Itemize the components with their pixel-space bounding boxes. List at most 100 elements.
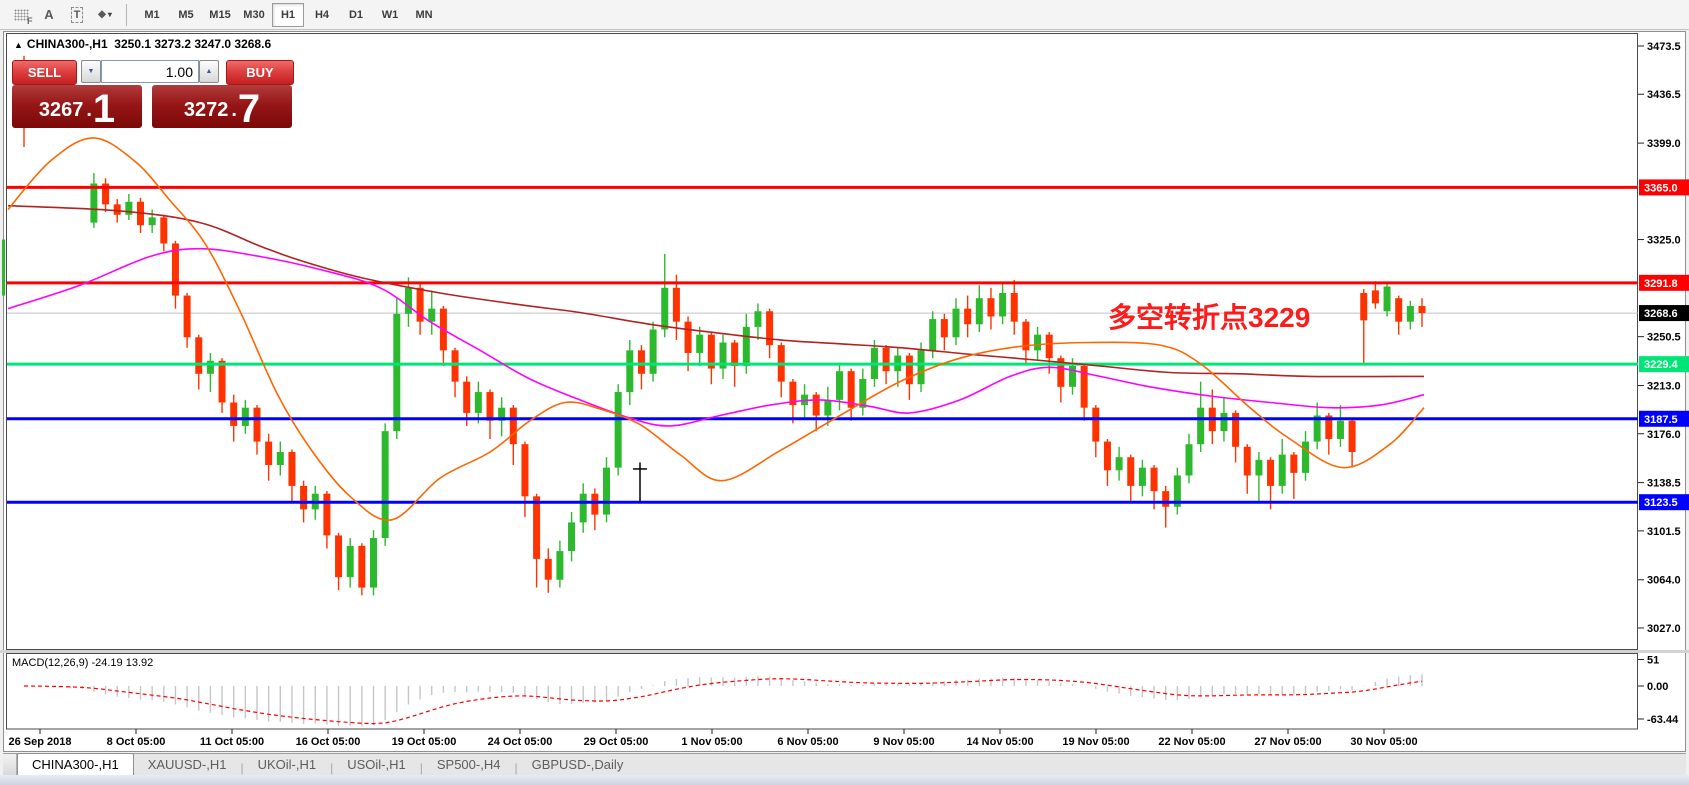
candle-body bbox=[999, 292, 1007, 317]
candle-body bbox=[1138, 467, 1146, 486]
candle-body bbox=[742, 326, 750, 366]
candle-body bbox=[404, 287, 412, 314]
time-tick-label: 26 Sep 2018 bbox=[9, 736, 72, 748]
price-level-badge-text: 3123.5 bbox=[1644, 497, 1678, 509]
candle-body bbox=[381, 431, 389, 539]
candle-body bbox=[952, 308, 960, 338]
sell-price-fraction: 1 bbox=[92, 87, 116, 131]
time-tick-label: 16 Oct 05:00 bbox=[296, 736, 361, 748]
volume-input[interactable] bbox=[101, 60, 199, 83]
price-tick-label: 3399.0 bbox=[1647, 138, 1681, 150]
chart-tab-xauusd-h1[interactable]: XAUUSD-,H1 bbox=[134, 754, 241, 775]
candle-body bbox=[113, 204, 121, 215]
candle-body bbox=[428, 308, 436, 322]
price-level-badge-text: 3229.4 bbox=[1644, 359, 1679, 371]
candle-body bbox=[1197, 407, 1205, 445]
chart-tab-gbpusd-daily[interactable]: GBPUSD-,Daily bbox=[518, 754, 638, 775]
candle-body bbox=[1045, 334, 1053, 359]
candle-body bbox=[614, 392, 622, 468]
candle-body bbox=[568, 522, 576, 552]
time-tick-label: 24 Oct 05:00 bbox=[488, 736, 553, 748]
candle-body bbox=[544, 558, 552, 580]
candle-body bbox=[1290, 454, 1298, 473]
direction-up-icon: ▲ bbox=[14, 40, 23, 50]
candle-body bbox=[556, 551, 564, 580]
candle-body bbox=[370, 538, 377, 588]
candle-body bbox=[1162, 491, 1170, 507]
candle-body bbox=[824, 399, 832, 416]
volume-decrease-button[interactable]: ▼ bbox=[81, 60, 101, 83]
candle-body bbox=[509, 407, 517, 445]
candle-body bbox=[346, 545, 354, 578]
candle-body bbox=[533, 496, 541, 559]
tab-scroll-button[interactable] bbox=[3, 754, 17, 775]
buy-price-tile[interactable]: 3272. 7 bbox=[152, 85, 292, 131]
candle-body bbox=[1371, 290, 1379, 304]
time-tick-label: 29 Oct 05:00 bbox=[584, 736, 649, 748]
candle-body bbox=[766, 311, 774, 346]
time-tick-label: 1 Nov 05:00 bbox=[681, 736, 742, 748]
buy-price-fraction: 7 bbox=[237, 87, 261, 131]
candle-body bbox=[125, 201, 133, 215]
candle-body bbox=[637, 350, 645, 374]
candle-body bbox=[696, 334, 704, 353]
candle-body bbox=[964, 308, 972, 325]
price-tick-label: 3213.0 bbox=[1647, 381, 1681, 393]
candle-body bbox=[1243, 446, 1251, 476]
price-tick-label: 3436.5 bbox=[1647, 89, 1681, 101]
candle-body bbox=[1302, 441, 1309, 473]
chart-ohlc-header: ▲ CHINA300-,H1 3250.1 3273.2 3247.0 3268.… bbox=[14, 37, 271, 51]
candle-body bbox=[661, 287, 669, 330]
time-tick-label: 8 Oct 05:00 bbox=[107, 736, 166, 748]
price-tick-label: 3176.0 bbox=[1647, 429, 1681, 441]
clipped-candle bbox=[2, 239, 5, 296]
candle-body bbox=[591, 493, 599, 515]
chart-tab-ukoil-h1[interactable]: UKOil-,H1 bbox=[244, 754, 331, 775]
candle-body bbox=[1115, 457, 1123, 471]
price-level-badge-text: 3187.5 bbox=[1644, 414, 1678, 426]
candle-body bbox=[1034, 334, 1042, 351]
price-tick-label: 3473.5 bbox=[1647, 41, 1681, 53]
spin-down-icon: ▼ bbox=[87, 68, 95, 75]
candle-body bbox=[1336, 420, 1344, 439]
candle-body bbox=[603, 467, 610, 515]
ohlc-values: 3250.1 3273.2 3247.0 3268.6 bbox=[114, 37, 272, 51]
buy-price-main: 3272 bbox=[183, 99, 229, 121]
time-tick-label: 19 Oct 05:00 bbox=[392, 736, 457, 748]
symbol-tab-bar: CHINA300-,H1 XAUUSD-,H1 | UKOil-,H1 | USOil-,… bbox=[3, 753, 1686, 775]
time-tick-label: 22 Nov 05:00 bbox=[1158, 736, 1225, 748]
time-tick-label: 30 Nov 05:00 bbox=[1350, 736, 1417, 748]
candle-body bbox=[987, 298, 995, 317]
volume-increase-button[interactable]: ▲ bbox=[199, 60, 219, 83]
time-tick-label: 14 Nov 05:00 bbox=[966, 736, 1033, 748]
macd-plot-frame bbox=[6, 653, 1638, 730]
candle-body bbox=[1406, 306, 1414, 322]
candle-body bbox=[1395, 298, 1403, 322]
candle-body bbox=[649, 329, 657, 374]
macd-tick-label: 51 bbox=[1647, 654, 1659, 666]
candle-body bbox=[917, 350, 925, 385]
candle-body bbox=[1348, 420, 1356, 453]
sell-button[interactable]: SELL bbox=[12, 60, 77, 85]
buy-button[interactable]: BUY bbox=[226, 60, 294, 85]
candle-body bbox=[975, 298, 983, 325]
chart-tab-usoil-h1[interactable]: USOil-,H1 bbox=[333, 754, 420, 775]
symbol-name: CHINA300-,H1 bbox=[26, 37, 108, 51]
candle-body bbox=[1010, 292, 1018, 322]
candle-body bbox=[265, 441, 273, 466]
candle-body bbox=[672, 287, 680, 322]
chart-tab-sp500-h4[interactable]: SP500-,H4 bbox=[423, 754, 515, 775]
candle-body bbox=[1127, 457, 1135, 486]
candle-body bbox=[1383, 286, 1391, 312]
price-tick-label: 3027.0 bbox=[1647, 623, 1681, 635]
candle-body bbox=[731, 342, 739, 366]
panel-splitter[interactable] bbox=[0, 650, 1689, 653]
time-tick-label: 9 Nov 05:00 bbox=[873, 736, 934, 748]
candle-body bbox=[882, 347, 890, 372]
candle-body bbox=[183, 295, 191, 338]
candle-body bbox=[393, 313, 401, 432]
sell-price-tile[interactable]: 3267. 1 bbox=[12, 85, 142, 131]
candle-body bbox=[1092, 407, 1100, 442]
chart-tab-china300-h1[interactable]: CHINA300-,H1 bbox=[17, 753, 134, 775]
price-tick-label: 3250.5 bbox=[1647, 332, 1681, 344]
